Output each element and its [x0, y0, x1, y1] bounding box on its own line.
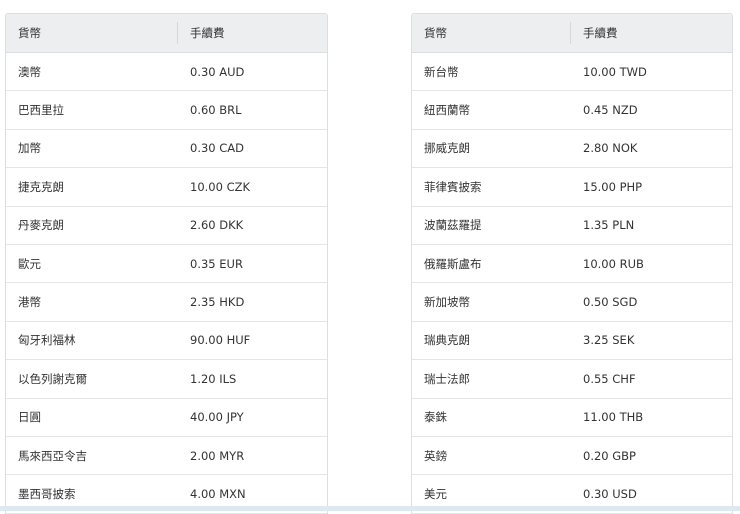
table-row: 瑞士法郎 0.55 CHF: [412, 360, 732, 399]
table-row: 馬來西亞令吉 2.00 MYR: [6, 437, 327, 476]
fee-value: 40.00 JPY: [190, 410, 244, 425]
table-header: 貨幣 手續費: [6, 14, 327, 53]
currency-name: 俄羅斯盧布: [424, 256, 482, 271]
table-row: 英鎊 0.20 GBP: [412, 437, 732, 476]
currency-name: 墨西哥披索: [18, 486, 76, 501]
bottom-bar: [0, 506, 740, 511]
fee-value: 0.30 USD: [583, 486, 637, 501]
fee-column-header[interactable]: 手續費: [571, 25, 618, 41]
fee-value: 1.35 PLN: [583, 218, 635, 233]
table-header: 貨幣 手續費: [412, 14, 732, 53]
fee-value: 2.60 DKK: [190, 218, 244, 233]
fee-value: 11.00 THB: [583, 410, 644, 425]
table-row: 紐西蘭幣 0.45 NZD: [412, 91, 732, 130]
currency-name: 港幣: [18, 295, 41, 310]
currency-name: 瑞士法郎: [424, 371, 470, 386]
table-row: 挪威克朗 2.80 NOK: [412, 130, 732, 169]
table-row: 捷克克朗 10.00 CZK: [6, 168, 327, 207]
table-row: 泰銖 11.00 THB: [412, 399, 732, 437]
fee-value: 4.00 MXN: [190, 486, 246, 501]
table-row: 匈牙利福林 90.00 HUF: [6, 322, 327, 361]
currency-name: 挪威克朗: [424, 141, 470, 156]
table-row: 港幣 2.35 HKD: [6, 283, 327, 322]
fee-value: 2.00 MYR: [190, 448, 245, 463]
table-row: 巴西里拉 0.60 BRL: [6, 91, 327, 130]
fee-value: 2.80 NOK: [583, 141, 638, 156]
fee-value: 3.25 SEK: [583, 333, 635, 348]
fee-value: 2.35 HKD: [190, 295, 245, 310]
table-row: 丹麥克朗 2.60 DKK: [6, 207, 327, 245]
fee-value: 0.50 SGD: [583, 295, 638, 310]
fee-value: 1.20 ILS: [190, 371, 237, 386]
fee-value: 10.00 RUB: [583, 256, 644, 271]
fee-value: 0.60 BRL: [190, 103, 242, 118]
currency-name: 捷克克朗: [18, 179, 64, 194]
currency-name: 英鎊: [424, 448, 447, 463]
currency-name: 澳幣: [18, 64, 41, 79]
currency-name: 泰銖: [424, 410, 447, 425]
currency-name: 新加坡幣: [424, 295, 470, 310]
currency-name: 美元: [424, 486, 447, 501]
fee-value: 90.00 HUF: [190, 333, 251, 348]
table-row: 新台幣 10.00 TWD: [412, 53, 732, 92]
currency-name: 丹麥克朗: [18, 218, 64, 233]
currency-name: 紐西蘭幣: [424, 103, 470, 118]
table-row: 瑞典克朗 3.25 SEK: [412, 322, 732, 361]
fee-table-right: 貨幣 手續費 新台幣 10.00 TWD 紐西蘭幣 0.45 NZD 挪威克朗 2.80 …: [411, 13, 733, 514]
currency-name: 瑞典克朗: [424, 333, 470, 348]
table-row: 歐元 0.35 EUR: [6, 245, 327, 284]
fee-value: 0.45 NZD: [583, 103, 638, 118]
currency-name: 巴西里拉: [18, 103, 64, 118]
fee-value: 0.20 GBP: [583, 448, 636, 463]
currency-name: 以色列謝克爾: [18, 371, 87, 386]
table-row: 以色列謝克爾 1.20 ILS: [6, 360, 327, 399]
table-row: 波蘭茲羅提 1.35 PLN: [412, 207, 732, 245]
fee-value: 0.30 CAD: [190, 141, 245, 156]
fee-value: 10.00 TWD: [583, 64, 647, 79]
fee-value: 10.00 CZK: [190, 179, 251, 194]
currency-name: 加幣: [18, 141, 41, 156]
currency-column-header[interactable]: 貨幣: [412, 22, 571, 44]
fee-table-left: 貨幣 手續費 澳幣 0.30 AUD 巴西里拉 0.60 BRL 加幣 0.30 CAD 捷…: [5, 13, 328, 514]
table-row: 日圓 40.00 JPY: [6, 399, 327, 437]
table-row: 澳幣 0.30 AUD: [6, 53, 327, 92]
currency-name: 馬來西亞令吉: [18, 448, 87, 463]
currency-name: 匈牙利福林: [18, 333, 76, 348]
fee-value: 15.00 PHP: [583, 179, 643, 194]
currency-name: 波蘭茲羅提: [424, 218, 482, 233]
fee-column-header[interactable]: 手續費: [178, 25, 225, 41]
table-row: 俄羅斯盧布 10.00 RUB: [412, 245, 732, 284]
table-row: 新加坡幣 0.50 SGD: [412, 283, 732, 322]
fee-value: 0.55 CHF: [583, 371, 636, 386]
table-row: 菲律賓披索 15.00 PHP: [412, 168, 732, 207]
currency-name: 日圓: [18, 410, 41, 425]
fee-value: 0.30 AUD: [190, 64, 245, 79]
currency-name: 新台幣: [424, 64, 459, 79]
currency-name: 歐元: [18, 256, 41, 271]
fee-value: 0.35 EUR: [190, 256, 243, 271]
table-row: 加幣 0.30 CAD: [6, 130, 327, 169]
currency-column-header[interactable]: 貨幣: [6, 22, 178, 44]
currency-name: 菲律賓披索: [424, 179, 482, 194]
